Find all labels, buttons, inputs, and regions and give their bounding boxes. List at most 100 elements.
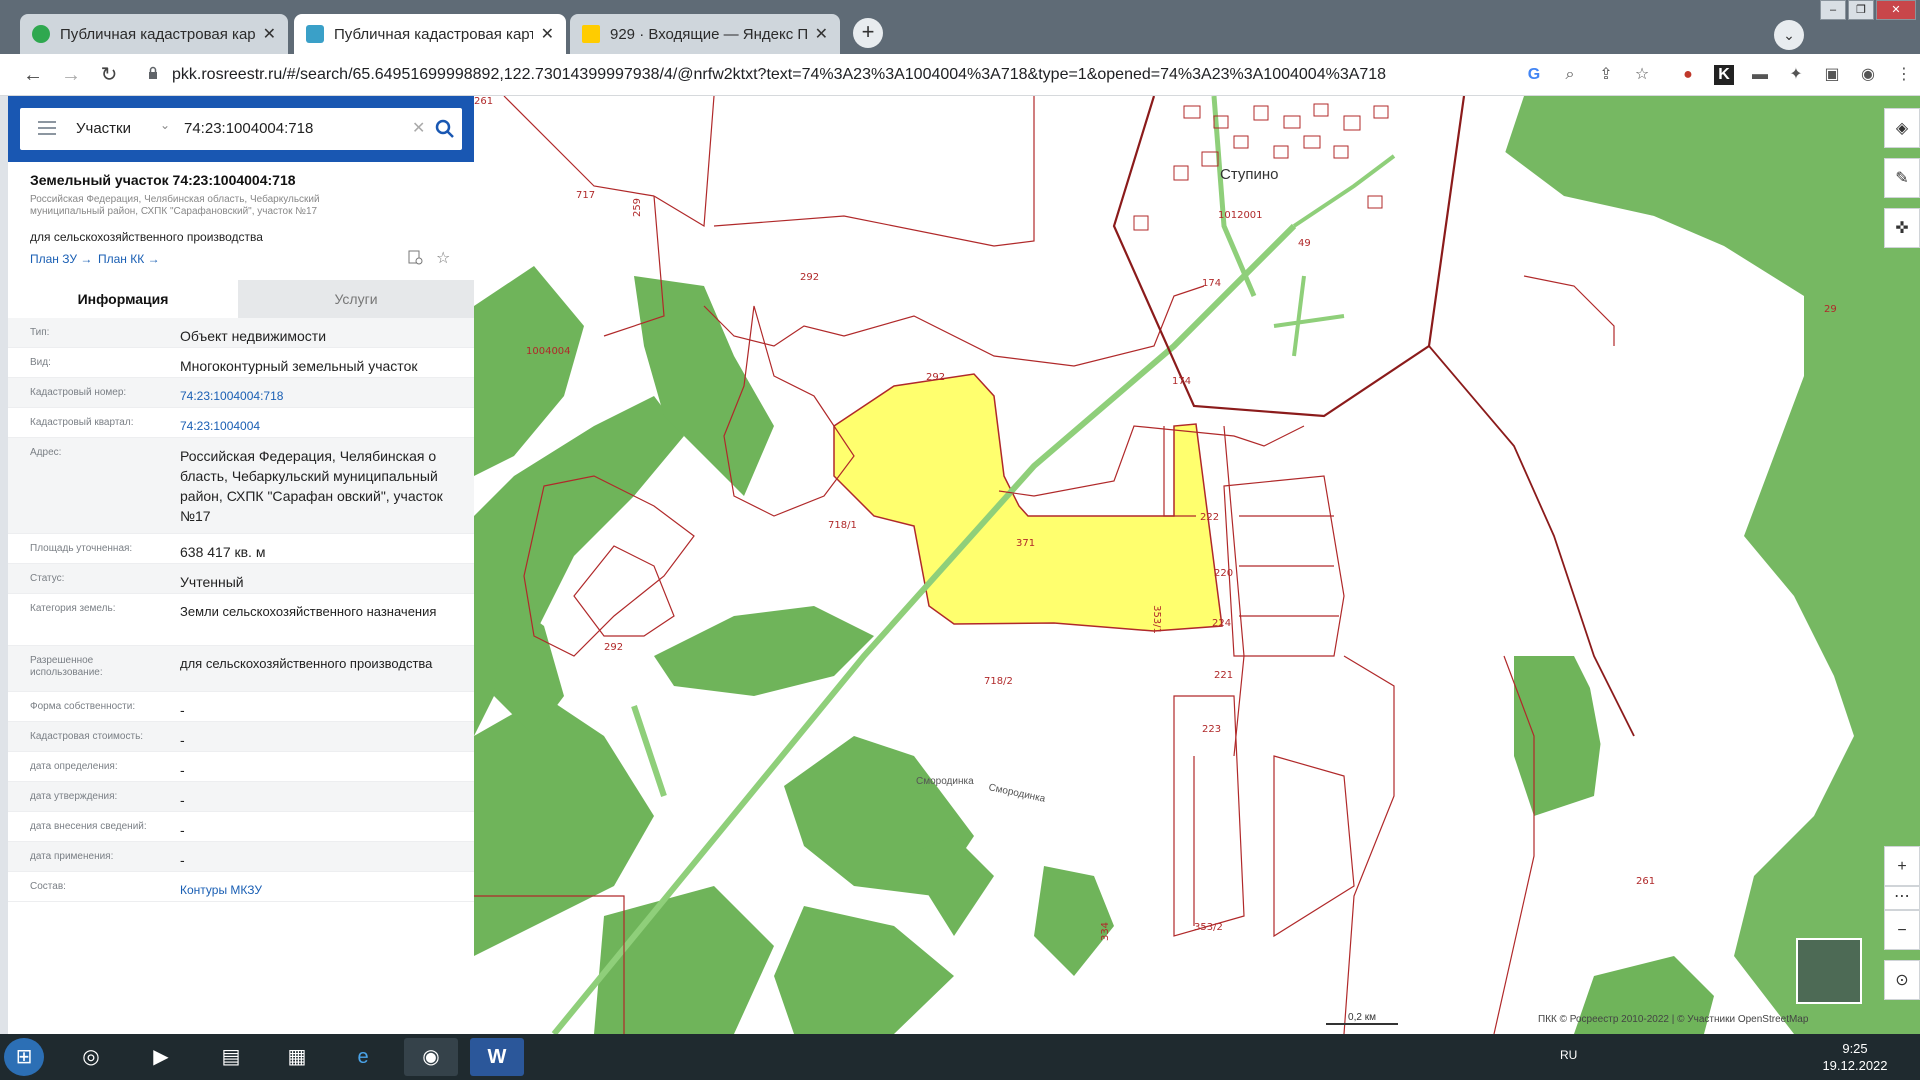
- clock[interactable]: 9:25 19.12.2022: [1800, 1040, 1910, 1074]
- parcel-label: 371: [1016, 538, 1036, 549]
- attribute-value: -: [180, 732, 185, 748]
- new-tab-button[interactable]: +: [853, 18, 883, 48]
- parcel-label: 353/1: [1150, 605, 1162, 634]
- browser-toolbar: ← → ↻ pkk.rosreestr.ru/#/search/65.64951…: [0, 54, 1920, 96]
- word-icon[interactable]: W: [470, 1038, 524, 1076]
- attribute-key: дата внесения сведений:: [30, 821, 147, 832]
- browser-tab-strip: Публичная кадастровая карта - ✕ Публична…: [0, 0, 1920, 60]
- attribute-key: Разрешенное использование:: [30, 655, 103, 678]
- browser-tab-active[interactable]: Публичная кадастровая карта ✕: [294, 14, 566, 54]
- kaspersky-icon[interactable]: K: [1714, 65, 1734, 85]
- plan-kk-link[interactable]: План КК →: [98, 252, 160, 266]
- attribute-row: Кадастровая стоимость: -: [8, 722, 474, 752]
- parcel-label: 223: [1202, 724, 1222, 735]
- more-icon[interactable]: ⋯: [1884, 886, 1920, 910]
- start-button[interactable]: ⊞: [4, 1038, 44, 1076]
- attribute-key: Статус:: [30, 573, 65, 584]
- cadastral-quarter-link[interactable]: 74:23:1004004: [180, 416, 466, 436]
- favorite-star-icon[interactable]: ☆: [436, 248, 450, 268]
- media-player-icon[interactable]: ▶: [134, 1038, 188, 1076]
- ruler-icon[interactable]: ✎: [1884, 158, 1920, 198]
- chevron-down-icon[interactable]: ⌄: [160, 118, 170, 132]
- google-icon[interactable]: G: [1524, 65, 1544, 85]
- tab-search-button[interactable]: ⌄: [1774, 20, 1804, 50]
- attribute-value: 638 417 кв. м: [180, 544, 266, 560]
- tab-information[interactable]: Информация: [8, 280, 238, 318]
- cadastral-map[interactable]: 717 259 292 1004004 292 Ступино 1012001 …: [474, 96, 1920, 1034]
- settlement-name: Ступино: [1220, 166, 1279, 183]
- maximize-button[interactable]: ❐: [1848, 0, 1874, 20]
- plan-zu-link[interactable]: План ЗУ →: [30, 252, 92, 266]
- cadastral-number-link[interactable]: 74:23:1004004:718: [180, 386, 466, 406]
- attribute-value: -: [180, 792, 185, 808]
- address-bar[interactable]: pkk.rosreestr.ru/#/search/65.64951699998…: [136, 59, 1656, 91]
- alice-icon[interactable]: ◎: [64, 1038, 118, 1076]
- compass-icon[interactable]: ⊙: [1884, 960, 1920, 1000]
- search-bar: Участки ⌄ ✕: [8, 96, 474, 162]
- attribute-row: Разрешенное использование: для сельскохо…: [8, 646, 474, 692]
- extension-icon[interactable]: ▬: [1750, 65, 1770, 85]
- tab-title: 929 · Входящие — Яндекс Почт:: [610, 25, 807, 43]
- language-indicator[interactable]: RU: [1560, 1048, 1577, 1062]
- browser-tab[interactable]: Публичная кадастровая карта - ✕: [20, 14, 288, 54]
- bookmark-star-icon[interactable]: ☆: [1632, 65, 1652, 85]
- clear-icon[interactable]: ✕: [412, 118, 425, 138]
- search-box[interactable]: Участки ⌄ ✕: [20, 108, 462, 150]
- tab-services[interactable]: Услуги: [238, 280, 474, 318]
- sidebar-icon[interactable]: ▣: [1822, 65, 1842, 85]
- share-icon[interactable]: ⇪: [1596, 65, 1616, 85]
- close-window-button[interactable]: ✕: [1876, 0, 1916, 20]
- minimap-satellite[interactable]: [1796, 938, 1862, 1004]
- close-tab-icon[interactable]: ✕: [815, 24, 828, 44]
- parcel-address: Российская Федерация, Челябинская област…: [30, 194, 320, 217]
- reload-button[interactable]: ↻: [96, 62, 122, 88]
- locate-icon[interactable]: ✜: [1884, 208, 1920, 248]
- search-scope-select[interactable]: Участки: [76, 120, 131, 137]
- profile-icon[interactable]: ◉: [1858, 65, 1878, 85]
- menu-icon[interactable]: [38, 121, 56, 135]
- layers-icon[interactable]: ◈: [1884, 108, 1920, 148]
- close-tab-icon[interactable]: ✕: [263, 24, 276, 44]
- mkzu-contours-link[interactable]: Контуры МКЗУ: [180, 880, 466, 900]
- parcel-label: 174: [1202, 278, 1222, 289]
- attribute-key: Кадастровый квартал:: [30, 417, 134, 428]
- attribute-key: Форма собственности:: [30, 701, 136, 712]
- parcel-label: 292: [604, 642, 624, 653]
- parcel-label: 259: [632, 197, 644, 218]
- panel-tabs: Информация Услуги: [8, 280, 474, 318]
- attribute-row: дата внесения сведений: -: [8, 812, 474, 842]
- close-tab-icon[interactable]: ✕: [541, 24, 554, 44]
- folder-icon[interactable]: ▤: [204, 1038, 258, 1076]
- quarter-label: 1012001: [1218, 210, 1263, 221]
- chrome-icon[interactable]: ◉: [404, 1038, 458, 1076]
- attribute-row: Адрес: Российская Федерация, Челябинская…: [8, 438, 474, 534]
- attribute-value: Объект недвижимости: [180, 328, 327, 344]
- menu-icon[interactable]: ⋮: [1894, 65, 1914, 85]
- extension-avatar-icon[interactable]: ●: [1678, 65, 1698, 85]
- attribute-row: Категория земель: Земли сельскохозяйстве…: [8, 594, 474, 646]
- attribute-value: Земли сельскохозяйственного назначения: [180, 604, 437, 619]
- rosreestr-icon: [306, 25, 324, 43]
- tab-title: Публичная кадастровая карта: [334, 25, 533, 43]
- zoom-icon[interactable]: ⌕: [1560, 65, 1580, 85]
- attribute-key: Состав:: [30, 881, 66, 892]
- browser-tab[interactable]: 929 · Входящие — Яндекс Почт: ✕: [570, 14, 840, 54]
- search-icon[interactable]: [434, 118, 456, 140]
- puzzle-icon[interactable]: ✦: [1786, 65, 1806, 85]
- internet-explorer-icon[interactable]: e: [336, 1038, 390, 1076]
- back-button[interactable]: ←: [20, 62, 46, 88]
- app-icon[interactable]: ▦: [270, 1038, 324, 1076]
- minimize-button[interactable]: –: [1820, 0, 1846, 20]
- tab-title: Публичная кадастровая карта -: [60, 25, 255, 43]
- yandex-mail-icon: [582, 25, 600, 43]
- zoom-out-button[interactable]: −: [1884, 910, 1920, 950]
- document-search-icon[interactable]: [408, 250, 424, 266]
- parcel-label: 717: [576, 190, 596, 201]
- attribute-row: Состав: Контуры МКЗУ: [8, 872, 474, 902]
- parcel-label: 29: [1824, 304, 1837, 315]
- zoom-in-button[interactable]: +: [1884, 846, 1920, 886]
- map-canvas[interactable]: [474, 96, 1920, 1034]
- search-input[interactable]: [184, 120, 404, 137]
- parcel-label: 49: [1298, 238, 1311, 249]
- forward-button[interactable]: →: [58, 62, 84, 88]
